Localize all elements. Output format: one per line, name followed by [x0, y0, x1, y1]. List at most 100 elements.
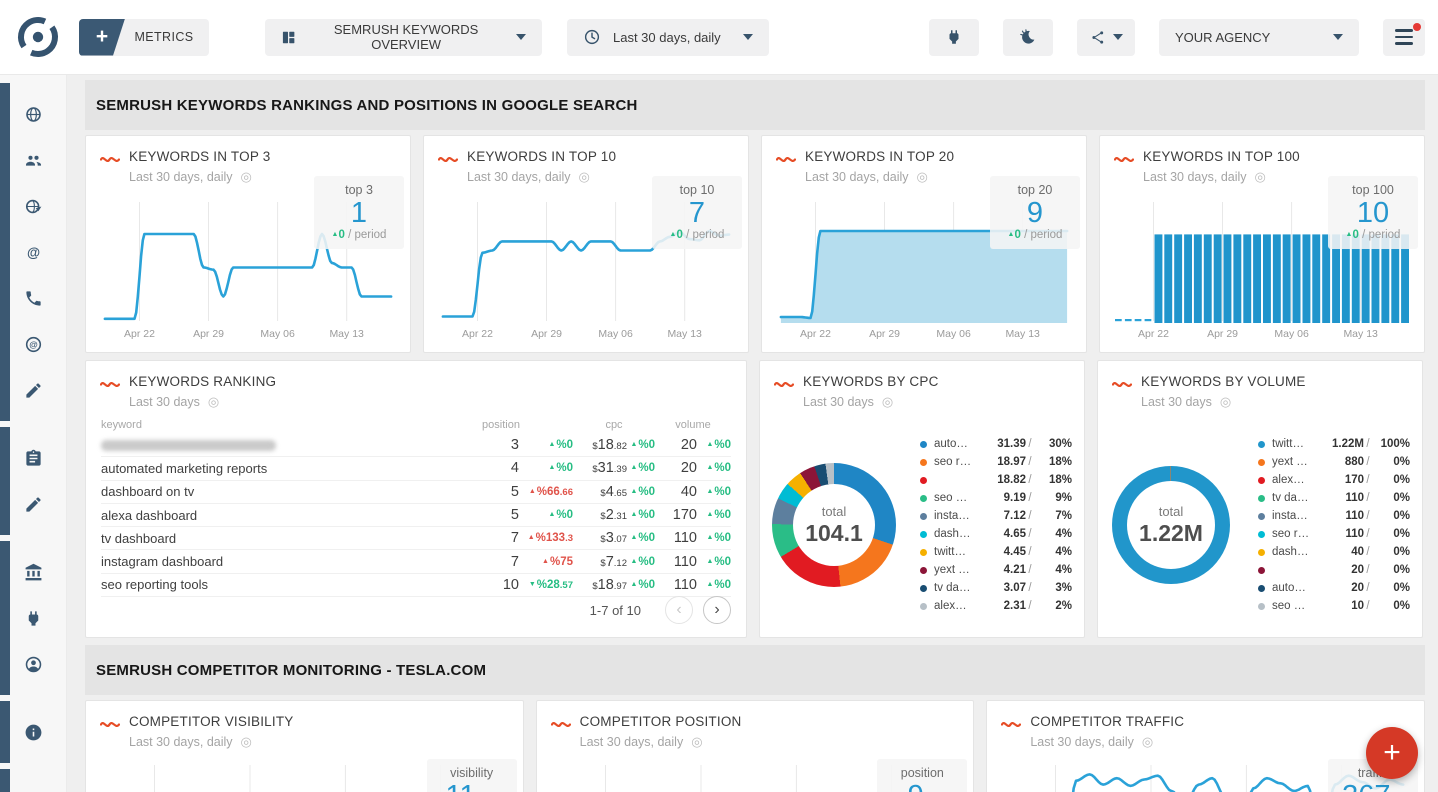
cpc-cell: $2.31: [573, 507, 627, 523]
legend-dot: [920, 549, 927, 556]
legend-label: instagram ...: [934, 510, 976, 522]
x-tick-label: May 13: [1335, 328, 1387, 340]
pagination-next-button[interactable]: ›: [703, 596, 731, 624]
svg-text:@: @: [29, 339, 37, 349]
theme-toggle-button[interactable]: [1003, 19, 1053, 56]
card-subtitle: Last 30 days, daily◎: [467, 169, 616, 185]
card-subtitle: Last 30 days, daily◎: [1143, 169, 1300, 185]
section-title: SEMRUSH COMPETITOR MONITORING - TESLA.CO…: [96, 662, 486, 679]
legend-dot: [1258, 531, 1265, 538]
keywords-table: keyword position cpc volume 3▲%0$18.82▲%…: [101, 416, 731, 597]
legend-label: seo reporti...: [1272, 528, 1314, 540]
volume-cell: 20: [655, 460, 697, 476]
share-icon: [1090, 29, 1107, 46]
legend-percent: 30%: [1034, 438, 1072, 450]
card-title: KEYWORDS BY CPC: [803, 374, 939, 389]
legend-item: dashboard ...4.65/4%: [920, 525, 1072, 543]
legend-dot: [1258, 549, 1265, 556]
volume-cell: 110: [655, 530, 697, 546]
section-header-competitors: SEMRUSH COMPETITOR MONITORING - TESLA.CO…: [85, 645, 1425, 695]
time-range-label: Last 30 days, daily: [613, 30, 721, 45]
legend-percent: 2%: [1034, 600, 1072, 612]
semrush-icon: [776, 152, 796, 170]
chevron-down-icon: [516, 34, 526, 40]
semrush-icon: [100, 377, 120, 395]
cpc-cell: $3.07: [573, 530, 627, 546]
pagination: 1-7 of 10 ‹ ›: [590, 596, 731, 624]
semrush-icon: [438, 152, 458, 170]
position-change: ▲%0: [519, 462, 573, 474]
main-content: SEMRUSH KEYWORDS RANKINGS AND POSITIONS …: [67, 75, 1438, 792]
legend-dot: [920, 495, 927, 502]
sidebar-group-strip: [0, 769, 10, 792]
legend-label: yext login: [934, 564, 976, 576]
card-subtitle: Last 30 days, daily◎: [129, 169, 270, 185]
x-tick-label: Apr 22: [1127, 328, 1179, 340]
legend-dot: [1258, 477, 1265, 484]
legend-value: 40: [1314, 546, 1364, 558]
card-title: KEYWORDS BY VOLUME: [1141, 374, 1306, 389]
card-competitor-position: COMPETITOR POSITION Last 30 days, daily◎…: [536, 700, 975, 792]
sidebar-group: [0, 549, 66, 687]
dashboard-selector[interactable]: SEMRUSH KEYWORDS OVERVIEW: [265, 19, 542, 56]
x-axis-labels: Apr 22Apr 29May 06May 13: [1114, 328, 1410, 342]
integrations-button[interactable]: [929, 19, 979, 56]
legend-label: yext login: [1272, 456, 1314, 468]
legend-value: 1.22M: [1314, 438, 1364, 450]
target-icon: ◎: [1255, 169, 1266, 185]
keyword-cell: dashboard on tv: [101, 484, 429, 499]
blurred-keyword: [101, 440, 276, 451]
target-icon: ◎: [208, 394, 219, 410]
dashboard-selector-label: SEMRUSH KEYWORDS OVERVIEW: [308, 22, 504, 52]
legend-item: tv dashboa...3.07/3%: [920, 579, 1072, 597]
sidebar-group-strip: [0, 541, 10, 695]
card-title: KEYWORDS IN TOP 3: [129, 149, 270, 164]
pen-2-icon: [24, 495, 43, 514]
legend-value: 110: [1314, 528, 1364, 540]
semrush-icon: [100, 717, 120, 735]
legend-percent: 3%: [1034, 582, 1072, 594]
legend-percent: 0%: [1372, 474, 1410, 486]
cpc-donut-chart: total104.1: [772, 463, 896, 587]
card-keywords-top20: KEYWORDS IN TOP 20 Last 30 days, daily◎ …: [761, 135, 1087, 353]
legend-label: automated ...: [1272, 582, 1314, 594]
notification-dot: [1413, 23, 1421, 31]
position-change: ▲%0: [519, 509, 573, 521]
legend-item: alexa dash...2.31/2%: [920, 597, 1072, 615]
stat-value: 11.78: [431, 781, 513, 792]
stat-box: visibility 11.78: [427, 759, 517, 792]
donut-total: total104.1: [793, 484, 875, 566]
position-change: ▼%28.57: [519, 579, 573, 591]
agency-selector[interactable]: YOUR AGENCY: [1159, 19, 1359, 56]
pagination-prev-button[interactable]: ‹: [665, 596, 693, 624]
legend-value: 110: [1314, 492, 1364, 504]
time-range-selector[interactable]: Last 30 days, daily: [567, 19, 769, 56]
add-metrics-button[interactable]: + METRICS: [79, 19, 209, 56]
position-change: ▲%0: [519, 439, 573, 451]
metrics-label: METRICS: [125, 30, 209, 44]
sidebar-group: [0, 777, 66, 792]
table-row: tv dashboard7▲%133.3$3.07▲%0110▲%0: [101, 527, 731, 550]
main-menu-button[interactable]: [1383, 19, 1425, 56]
total-label: total: [1159, 504, 1184, 519]
position-cell: 7: [429, 554, 519, 570]
account-icon: [24, 655, 43, 674]
stat-delta: ▲0 / period: [1332, 229, 1414, 241]
topbar: + METRICS SEMRUSH KEYWORDS OVERVIEW Last…: [0, 0, 1438, 75]
legend-dot: [1258, 495, 1265, 502]
legend-value: 880: [1314, 456, 1364, 468]
app: + METRICS SEMRUSH KEYWORDS OVERVIEW Last…: [0, 0, 1438, 792]
share-button[interactable]: [1077, 19, 1135, 56]
sidebar-group-strip: [0, 427, 10, 535]
section-title: SEMRUSH KEYWORDS RANKINGS AND POSITIONS …: [96, 97, 638, 114]
legend-dot: [920, 531, 927, 538]
x-tick-label: Apr 22: [451, 328, 503, 340]
moon-sun-icon: [1019, 28, 1037, 46]
sidebar-group-strip: [0, 83, 10, 421]
volume-cell: 170: [655, 507, 697, 523]
stat-box: top 100 10 ▲0 / period: [1328, 176, 1418, 249]
legend-value: 18.82: [976, 474, 1026, 486]
keyword-cell: alexa dashboard: [101, 508, 429, 523]
add-widget-fab[interactable]: +: [1366, 727, 1418, 779]
table-row: dashboard on tv5▲%66.66$4.65▲%040▲%0: [101, 481, 731, 504]
